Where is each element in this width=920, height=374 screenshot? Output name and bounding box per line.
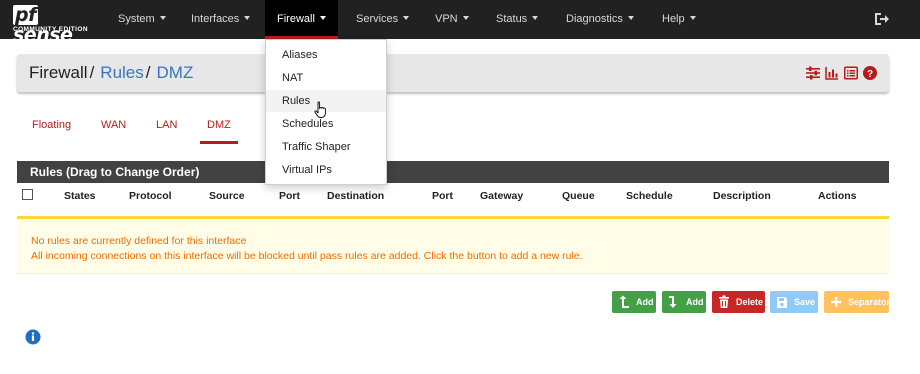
col-states: States bbox=[64, 190, 96, 202]
nav-vpn[interactable]: VPN bbox=[435, 0, 469, 39]
nav-firewall[interactable]: Firewall bbox=[265, 0, 338, 39]
caret-down-icon bbox=[319, 16, 326, 20]
col-actions: Actions bbox=[818, 190, 857, 202]
nav-status[interactable]: Status bbox=[496, 0, 539, 39]
pfsense-logo[interactable]: pfsense COMMUNITY EDITION bbox=[13, 5, 97, 45]
col-destination-port: Port bbox=[432, 190, 453, 202]
col-schedule: Schedule bbox=[626, 190, 673, 202]
arrow-turn-down-icon bbox=[668, 295, 680, 309]
add-rule-top-button[interactable]: Add bbox=[612, 291, 656, 313]
nav-interfaces[interactable]: Interfaces bbox=[191, 0, 251, 39]
svg-text:?: ? bbox=[867, 69, 873, 80]
nav-help[interactable]: Help bbox=[662, 0, 696, 39]
breadcrumb-rules-link[interactable]: Rules bbox=[100, 63, 143, 82]
tab-lan[interactable]: LAN bbox=[156, 113, 177, 145]
help-icon[interactable]: ? bbox=[863, 66, 877, 80]
col-queue: Queue bbox=[562, 190, 595, 202]
nav-system[interactable]: System bbox=[118, 0, 166, 39]
bar-chart-icon[interactable] bbox=[825, 66, 839, 80]
menu-item-traffic-shaper[interactable]: Traffic Shaper bbox=[266, 136, 386, 158]
delete-button[interactable]: Delete bbox=[712, 291, 765, 313]
caret-down-icon bbox=[159, 16, 166, 20]
rules-panel-heading: Rules (Drag to Change Order) bbox=[17, 161, 889, 183]
col-source-port: Port bbox=[279, 190, 300, 202]
page-tools: ? bbox=[806, 66, 877, 82]
logo-wordmark: pfsense bbox=[13, 4, 73, 46]
rules-table-header: States Protocol Source Port Destination … bbox=[17, 183, 889, 209]
select-all-checkbox[interactable] bbox=[22, 189, 33, 200]
trash-icon bbox=[718, 295, 730, 309]
col-protocol: Protocol bbox=[129, 190, 172, 202]
alert-message: No rules are currently defined for this … bbox=[31, 235, 247, 247]
arrow-turn-up-icon bbox=[618, 295, 630, 309]
breadcrumb-current[interactable]: DMZ bbox=[157, 63, 194, 82]
save-icon bbox=[776, 295, 788, 309]
caret-down-icon bbox=[689, 16, 696, 20]
save-button[interactable]: Save bbox=[770, 291, 818, 313]
list-icon[interactable] bbox=[844, 66, 858, 80]
info-icon[interactable] bbox=[25, 329, 41, 345]
menu-item-virtual-ips[interactable]: Virtual IPs bbox=[266, 159, 386, 181]
caret-down-icon bbox=[627, 16, 634, 20]
tab-wan[interactable]: WAN bbox=[101, 113, 126, 145]
nav-services[interactable]: Services bbox=[356, 0, 410, 39]
menu-item-nat[interactable]: NAT bbox=[266, 67, 386, 89]
tab-floating[interactable]: Floating bbox=[32, 113, 71, 145]
logo-edition: COMMUNITY EDITION bbox=[13, 26, 88, 33]
no-rules-alert: No rules are currently defined for this … bbox=[17, 219, 889, 274]
nav-diagnostics[interactable]: Diagnostics bbox=[566, 0, 634, 39]
col-destination: Destination bbox=[327, 190, 385, 202]
caret-down-icon bbox=[462, 16, 469, 20]
add-rule-bottom-button[interactable]: Add bbox=[662, 291, 706, 313]
col-description: Description bbox=[713, 190, 771, 202]
caret-down-icon bbox=[532, 16, 539, 20]
caret-down-icon bbox=[244, 16, 251, 20]
sign-out-icon[interactable] bbox=[874, 12, 890, 26]
tab-dmz[interactable]: DMZ bbox=[200, 113, 238, 145]
alert-detail: All incoming connections on this interfa… bbox=[31, 250, 583, 262]
plus-icon bbox=[830, 295, 842, 309]
breadcrumb: Firewall / Rules / DMZ bbox=[29, 63, 194, 82]
add-separator-button[interactable]: Separator bbox=[824, 291, 890, 313]
breadcrumb-panel: Firewall / Rules / DMZ ? bbox=[17, 54, 889, 92]
sliders-icon[interactable] bbox=[806, 66, 820, 80]
caret-down-icon bbox=[403, 16, 410, 20]
hand-pointer-cursor-icon bbox=[314, 101, 328, 119]
col-gateway: Gateway bbox=[480, 190, 524, 202]
menu-item-aliases[interactable]: Aliases bbox=[266, 44, 386, 66]
breadcrumb-root: Firewall bbox=[29, 63, 88, 82]
col-source: Source bbox=[209, 190, 245, 202]
top-navbar: pfsense COMMUNITY EDITION System Interfa… bbox=[0, 0, 920, 45]
